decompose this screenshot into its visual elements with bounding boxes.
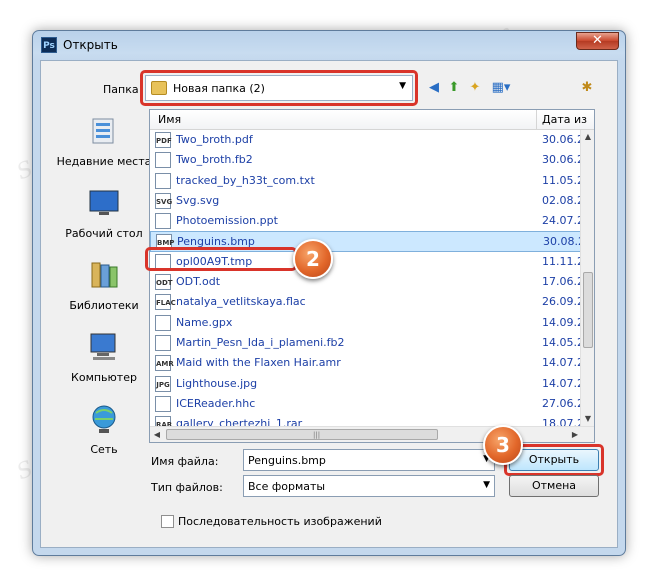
file-name: Two_broth.fb2 (176, 153, 253, 167)
file-type-icon: AMR (155, 355, 174, 372)
back-icon[interactable]: ◀ (426, 80, 442, 96)
network-icon (92, 405, 116, 433)
desktop-icon (89, 190, 119, 215)
file-type-icon: PDF (155, 132, 172, 148)
computer-icon (90, 333, 116, 360)
filetype-select[interactable]: Все форматы ▼ (243, 475, 495, 497)
file-name: Lighthouse.jpg (176, 376, 258, 390)
filetype-value: Все форматы (248, 480, 326, 493)
file-row[interactable]: SVG Svg.svg 02.08.20 (150, 191, 591, 211)
file-row[interactable]: Martin_Pesn_Ida_i_plameni.fb2 14.05.20 (150, 333, 591, 353)
step-badge-3: 3 (483, 425, 523, 465)
file-type-icon (155, 172, 171, 189)
image-sequence-label: Последовательность изображений (178, 515, 382, 528)
file-row[interactable]: ICEReader.hhc 27.06.20 (150, 394, 591, 414)
open-dialog: Ps Открыть ✕ Папка Новая папка (2) ▼ 1 ◀… (32, 30, 626, 556)
libraries-icon (91, 262, 118, 288)
file-name: ODT.odt (176, 275, 221, 289)
step-badge-2: 2 (293, 239, 333, 279)
place-desktop[interactable]: Рабочий стол (55, 187, 153, 241)
file-row[interactable]: Two_broth.fb2 30.06.20 (150, 150, 591, 170)
file-name: Two_broth.pdf (176, 133, 253, 146)
file-row[interactable]: PDF Two_broth.pdf 30.06.20 (150, 130, 591, 150)
highlight-lookin (140, 70, 418, 106)
file-name: tracked_by_h33t_com.txt (176, 173, 315, 187)
horizontal-scroll-thumb[interactable]: ||| (166, 429, 438, 440)
filetype-label: Тип файлов: (151, 481, 223, 494)
file-type-icon (155, 314, 171, 331)
cancel-button[interactable]: Отмена (509, 475, 599, 497)
grip-icon: ||| (313, 431, 321, 439)
title-bar[interactable]: Ps Открыть ✕ (33, 31, 625, 59)
file-name: Name.gpx (176, 315, 233, 329)
column-header-date[interactable]: Дата из (542, 113, 587, 126)
file-row[interactable]: AMR Maid with the Flaxen Hair.amr 14.07.20 (150, 353, 591, 373)
file-name: Maid with the Flaxen Hair.amr (176, 356, 341, 370)
file-type-icon: JPG (155, 375, 171, 392)
file-row[interactable]: Name.gpx 14.09.20 (150, 313, 591, 333)
place-network[interactable]: Сеть (55, 403, 153, 457)
file-type-icon: SVG (155, 192, 172, 209)
file-name: Svg.svg (176, 193, 220, 207)
scroll-down-arrow-icon[interactable]: ▼ (581, 412, 594, 426)
window-title: Открыть (63, 38, 118, 52)
file-name: ICEReader.hhc (176, 396, 256, 410)
image-sequence-checkbox[interactable] (161, 515, 174, 528)
view-menu-icon[interactable]: ▦▾ (489, 80, 513, 96)
filename-label: Имя файла: (151, 455, 219, 468)
file-type-icon (155, 395, 171, 412)
file-type-icon (155, 152, 171, 169)
file-type-icon: FLAC (155, 294, 176, 311)
scroll-left-arrow-icon[interactable]: ◀ (150, 427, 164, 442)
scroll-right-arrow-icon[interactable]: ▶ (568, 427, 582, 442)
column-separator[interactable] (536, 110, 537, 130)
file-name: Photoemission.ppt (176, 214, 278, 228)
list-header: Имя Дата из (150, 110, 594, 130)
file-rows: PDF Two_broth.pdf 30.06.20 Two_broth.fb2 30.… (150, 130, 592, 434)
column-header-name[interactable]: Имя (158, 113, 181, 126)
vertical-scrollbar[interactable]: ▲ ▼ (580, 130, 594, 426)
file-name: natalya_vetlitskaya.flac (176, 295, 306, 309)
place-label: Библиотеки (69, 299, 139, 312)
file-row[interactable]: JPG Lighthouse.jpg 14.07.20 (150, 374, 591, 394)
file-row[interactable]: Photoemission.ppt 24.07.20 (150, 211, 591, 231)
filename-value: Penguins.bmp (248, 454, 326, 467)
photoshop-app-icon: Ps (41, 37, 57, 53)
place-label: Сеть (90, 443, 118, 456)
place-label: Рабочий стол (65, 227, 143, 240)
scroll-up-arrow-icon[interactable]: ▲ (581, 130, 594, 144)
vertical-scroll-thumb[interactable] (583, 272, 593, 348)
place-computer[interactable]: Компьютер (55, 331, 153, 385)
horizontal-scrollbar[interactable]: ◀ ||| ▶ (150, 426, 594, 442)
place-label: Компьютер (71, 371, 137, 384)
place-label: Недавние места (56, 155, 152, 168)
file-list[interactable]: Имя Дата из PDF Two_broth.pdf 30.06.20 Two_… (149, 109, 595, 443)
file-type-icon (155, 213, 171, 230)
favorites-folder-icon[interactable]: ✱ (579, 80, 595, 96)
new-folder-icon[interactable]: ✦ (467, 80, 483, 96)
place-recent[interactable]: Недавние места (55, 115, 153, 169)
file-row[interactable]: tracked_by_h33t_com.txt 11.05.20 (150, 171, 591, 191)
recent-places-icon (92, 118, 114, 144)
file-row[interactable]: FLAC natalya_vetlitskaya.flac 26.09.20 (150, 292, 591, 312)
chevron-down-icon[interactable]: ▼ (483, 480, 490, 490)
file-type-icon (155, 334, 171, 351)
up-folder-icon[interactable]: ⬆ (446, 80, 462, 96)
dialog-body: Папка Новая папка (2) ▼ 1 ◀ ⬆ ✦ ▦▾ ✱ Нед… (40, 60, 618, 548)
file-type-icon: ODT (155, 274, 173, 291)
lookin-label: Папка (103, 83, 139, 96)
place-libraries[interactable]: Библиотеки (55, 259, 153, 313)
filename-input[interactable]: Penguins.bmp ▼ (243, 449, 495, 471)
file-row[interactable]: ODT ODT.odt 17.06.20 (150, 272, 591, 292)
highlight-selected-file (145, 247, 297, 271)
file-name: Martin_Pesn_Ida_i_plameni.fb2 (176, 335, 345, 349)
close-button[interactable]: ✕ (576, 32, 619, 50)
